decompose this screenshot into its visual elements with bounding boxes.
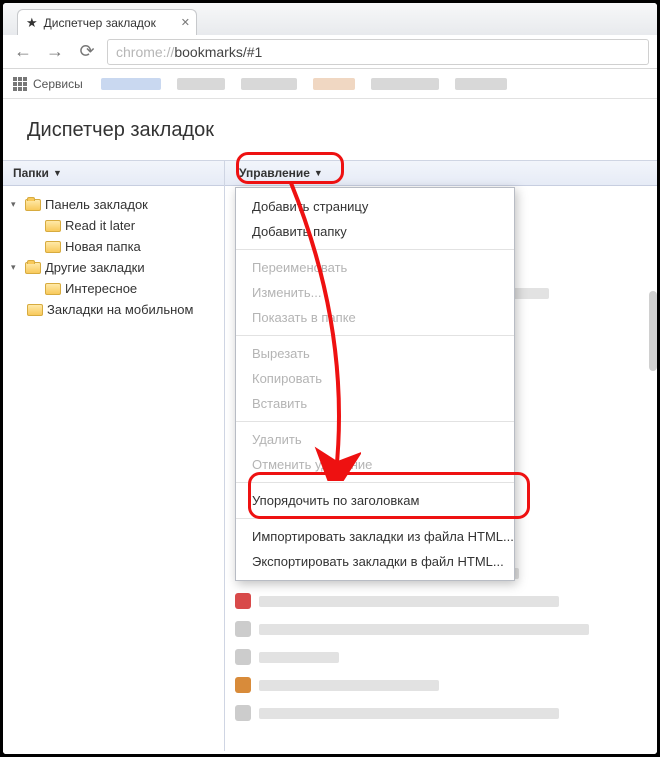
apps-grid-icon [13,77,27,91]
close-tab-icon[interactable]: ✕ [181,16,190,29]
folder-label: Интересное [65,281,137,296]
url-scheme: chrome:// [116,44,174,60]
reload-button[interactable]: ⟳ [75,41,99,62]
manage-dropdown: Добавить страницу Добавить папку Переиме… [235,187,515,581]
page-content: Диспетчер закладок Папки ▼ ▾ Панель закл… [3,99,657,754]
folders-pane: Папки ▼ ▾ Панель закладок Read it later [3,161,225,751]
tree-item-interesting[interactable]: Интересное [9,278,218,299]
menu-add-page[interactable]: Добавить страницу [236,194,514,219]
folder-label: Read it later [65,218,135,233]
menu-paste: Вставить [236,391,514,416]
bookmarks-bar: Сервисы [3,69,657,99]
tree-item-read-later[interactable]: Read it later [9,215,218,236]
folder-label: Новая папка [65,239,141,254]
scrollbar-thumb[interactable] [649,291,657,371]
menu-export-html[interactable]: Экспортировать закладки в файл HTML... [236,549,514,574]
manage-header-label: Управление [239,166,310,180]
star-icon: ★ [26,15,38,31]
caret-down-icon: ▼ [53,168,62,178]
collapse-icon[interactable]: ▾ [11,199,21,210]
bookmark-bar-blurred-items [101,78,507,90]
apps-shortcut[interactable]: Сервисы [13,77,83,91]
menu-separator [236,249,514,250]
menu-delete: Удалить [236,427,514,452]
menu-undo-delete: Отменить удаление [236,452,514,477]
menu-separator [236,421,514,422]
folder-icon [45,283,61,295]
bookmarks-list-pane: Управление ▼ [225,161,657,751]
folder-open-icon [25,199,41,211]
tree-item-bookmarks-bar[interactable]: ▾ Панель закладок [9,194,218,215]
folder-icon [45,220,61,232]
menu-separator [236,335,514,336]
menu-show-in-folder: Показать в папке [236,305,514,330]
page-title: Диспетчер закладок [3,99,657,160]
folder-icon [27,304,43,316]
tree-item-other-bookmarks[interactable]: ▾ Другие закладки [9,257,218,278]
tree-item-new-folder[interactable]: Новая папка [9,236,218,257]
tab-strip: ★ Диспетчер закладок ✕ [3,3,657,35]
menu-rename: Переименовать [236,255,514,280]
menu-separator [236,482,514,483]
forward-button[interactable]: → [43,41,67,62]
folder-label: Закладки на мобильном [47,302,193,317]
tab-title: Диспетчер закладок [44,16,156,30]
address-bar[interactable]: chrome://bookmarks/#1 [107,39,649,65]
menu-cut: Вырезать [236,341,514,366]
menu-separator [236,518,514,519]
nav-toolbar: ← → ⟳ chrome://bookmarks/#1 [3,35,657,69]
caret-down-icon: ▼ [314,168,323,178]
folders-header-label: Папки [13,166,49,180]
folder-tree: ▾ Панель закладок Read it later Новая па… [3,186,224,328]
back-button[interactable]: ← [11,41,35,62]
browser-tab[interactable]: ★ Диспетчер закладок ✕ [17,9,197,35]
menu-import-html[interactable]: Импортировать закладки из файла HTML... [236,524,514,549]
collapse-icon[interactable]: ▾ [11,262,21,273]
folders-header[interactable]: Папки ▼ [3,161,224,186]
menu-edit: Изменить... [236,280,514,305]
menu-add-folder[interactable]: Добавить папку [236,219,514,244]
folder-label: Другие закладки [45,260,145,275]
folder-icon [45,241,61,253]
menu-sort-title[interactable]: Упорядочить по заголовкам [236,488,514,513]
apps-label: Сервисы [33,77,83,91]
menu-copy: Копировать [236,366,514,391]
tree-item-mobile[interactable]: Закладки на мобильном [9,299,218,320]
manage-header[interactable]: Управление ▼ [225,161,657,186]
url-path: bookmarks/#1 [174,44,262,60]
folder-open-icon [25,262,41,274]
folder-label: Панель закладок [45,197,148,212]
